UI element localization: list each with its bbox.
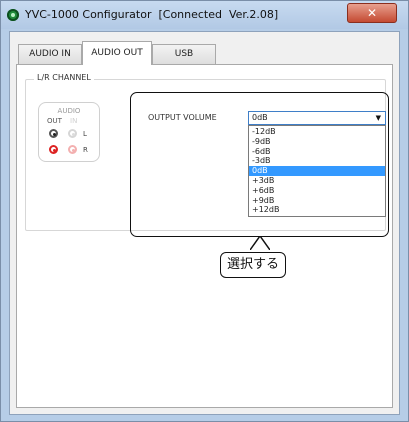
audio-title: AUDIO: [57, 107, 81, 115]
tab-audio-in[interactable]: AUDIO IN: [18, 44, 82, 64]
out-right-jack-icon: [49, 145, 58, 154]
title-bar[interactable]: YVC-1000 Configurator [Connected Ver.2.0…: [1, 1, 408, 29]
callout-pointer-icon: [250, 236, 270, 250]
window-title: YVC-1000 Configurator [Connected Ver.2.0…: [25, 8, 279, 21]
close-button[interactable]: ✕: [347, 3, 397, 23]
audio-io-indicator: AUDIO OUT IN L R: [38, 102, 100, 162]
in-label: IN: [70, 117, 78, 125]
out-label: OUT: [47, 117, 62, 125]
lr-channel-label: L/R CHANNEL: [34, 73, 94, 82]
tab-usb[interactable]: USB: [152, 44, 216, 64]
out-left-jack-icon: [49, 129, 58, 138]
annotation-highlight-box: [130, 92, 389, 237]
annotation-label: 選択する: [220, 252, 287, 278]
in-right-jack-icon: [68, 145, 77, 154]
in-left-jack-icon: [68, 129, 77, 138]
app-logo-icon: [7, 9, 19, 21]
right-channel-label: R: [83, 146, 88, 154]
left-channel-label: L: [83, 130, 87, 138]
tab-audio-out[interactable]: AUDIO OUT: [82, 41, 152, 65]
